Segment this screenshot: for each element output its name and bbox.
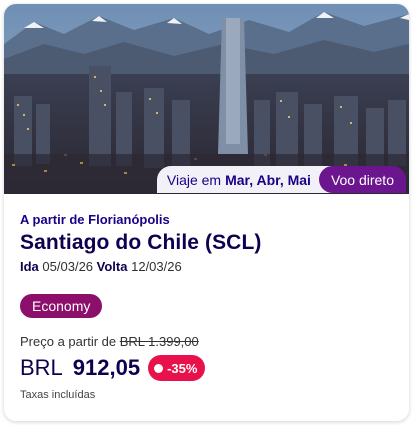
travel-months: Mar, Abr, Mai	[225, 171, 311, 188]
outbound-date: 05/03/26	[42, 259, 94, 274]
destination-title: Santiago do Chile (SCL)	[20, 231, 262, 254]
return-label: Volta	[96, 259, 128, 274]
price-amount: 912,05	[72, 355, 141, 380]
price-currency: BRL	[20, 355, 63, 380]
card-tags: Viaje em Mar, Abr, Mai Voo direto	[156, 166, 406, 193]
discount-badge: -35%	[148, 355, 206, 381]
price-row: BRL 912,05 -35%	[20, 355, 397, 381]
from-price-text: Preço a partir de BRL 1.399,00	[20, 334, 397, 349]
flight-dates: Ida 05/03/26 Volta 12/03/26	[20, 259, 397, 274]
discount-dot-icon	[154, 363, 164, 373]
return-date: 12/03/26	[131, 259, 182, 274]
cabin-class-badge: Economy	[20, 294, 103, 318]
from-price-label: Preço a partir de	[20, 334, 117, 349]
travel-months-prefix: Viaje em	[166, 171, 222, 188]
travel-months-tag: Viaje em Mar, Abr, Mai	[156, 166, 333, 193]
discount-value: -35%	[167, 360, 198, 376]
card-content: A partir de Florianópolis Santiago do Ch…	[20, 200, 397, 401]
old-price: BRL 1.399,00	[119, 334, 199, 349]
direct-flight-tag: Voo direto	[318, 166, 406, 193]
destination-card[interactable]: Viaje em Mar, Abr, Mai Voo direto A part…	[4, 4, 409, 421]
outbound-label: Ida	[20, 259, 39, 274]
taxes-note: Taxas incluídas	[20, 389, 96, 401]
origin-label: A partir de Florianópolis	[20, 212, 170, 227]
